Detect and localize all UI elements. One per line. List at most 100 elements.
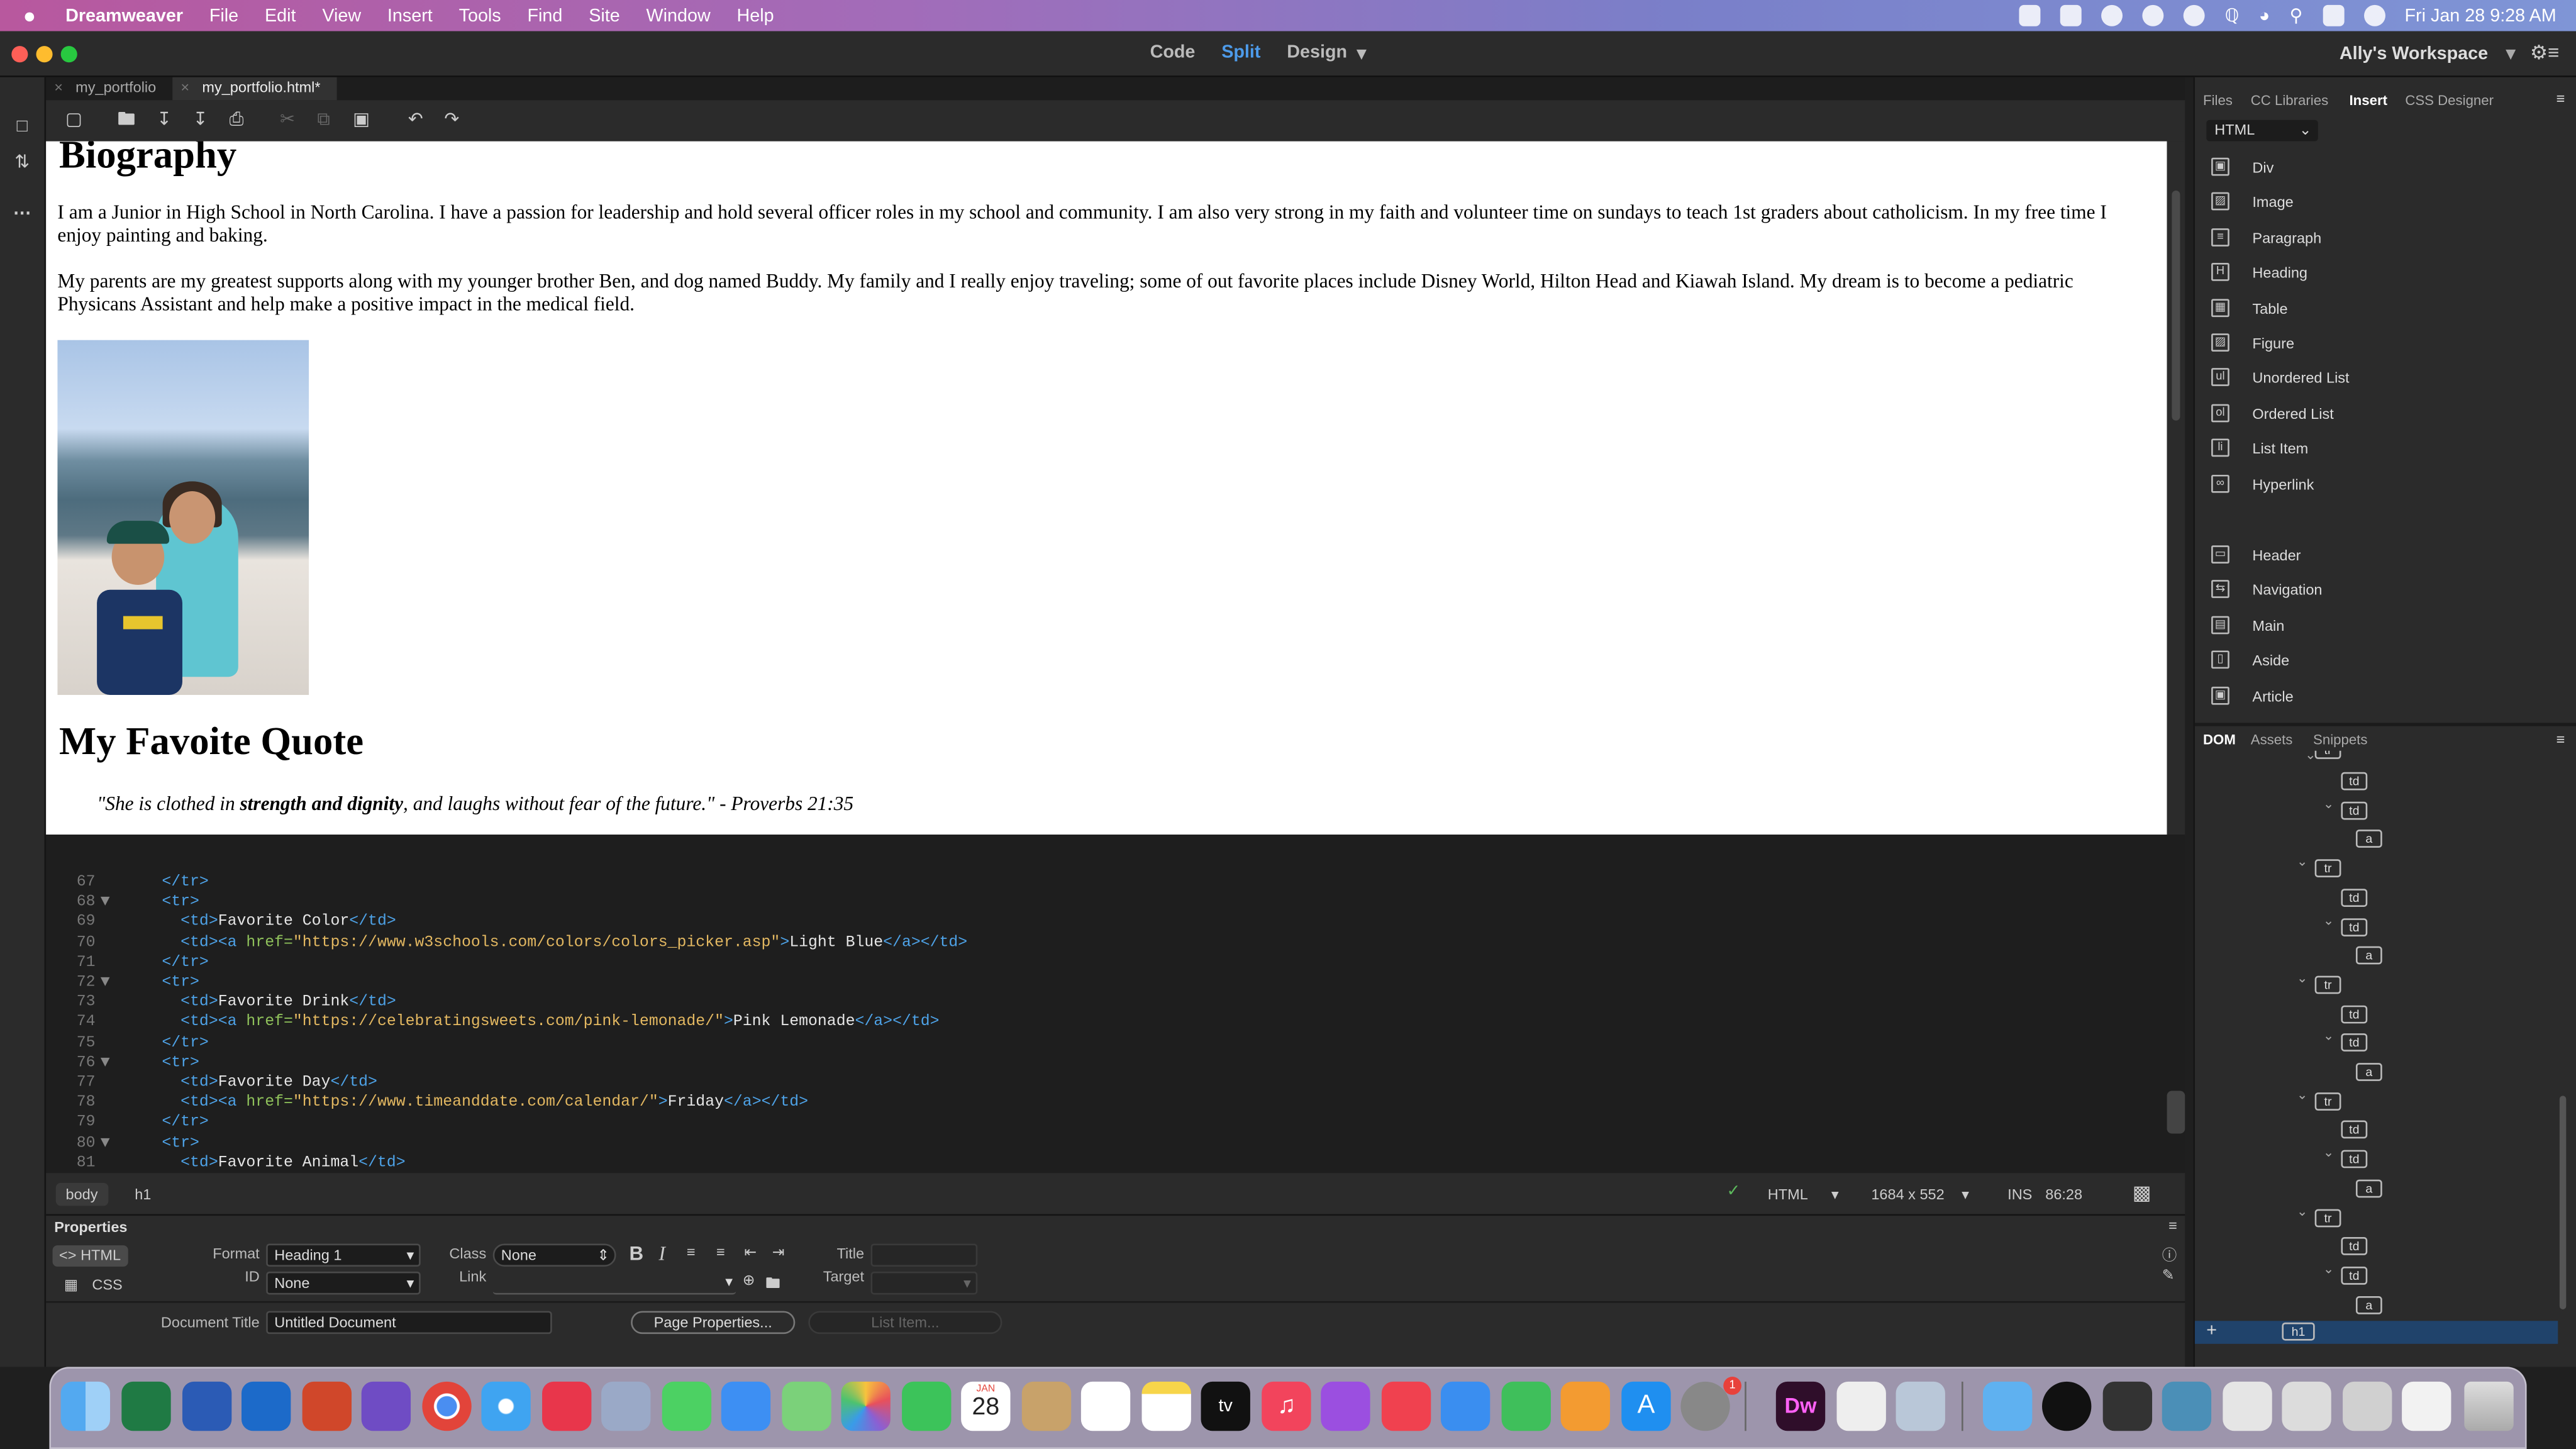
tab-my-portfolio-html[interactable]: × my_portfolio.html* — [172, 77, 337, 101]
html-mode-button[interactable]: <> HTML — [52, 1245, 128, 1267]
fold-toggle-icon[interactable]: ▼ — [96, 1133, 115, 1152]
code-line[interactable]: 75 </tr> — [46, 1033, 209, 1052]
more-tools-icon[interactable]: ⋯ — [11, 204, 33, 224]
close-icon[interactable]: × — [180, 79, 189, 95]
notes-icon[interactable] — [1141, 1381, 1191, 1431]
insert-item-div[interactable]: ▣ Div — [2195, 155, 2540, 184]
dom-node-a[interactable]: a — [2355, 947, 2382, 965]
code-line[interactable]: 76 ▼ <tr> — [46, 1053, 199, 1072]
document-thumb-icon[interactable] — [2402, 1381, 2451, 1431]
code-line[interactable]: 77 <td>Favorite Day</td> — [46, 1073, 377, 1092]
dom-node-td[interactable]: td — [2341, 888, 2368, 907]
title-input[interactable] — [870, 1243, 978, 1267]
window-size-select[interactable]: 1684 x 552 ▾ — [1871, 1186, 1969, 1204]
document-thumb-icon[interactable] — [2102, 1381, 2153, 1431]
screenshot-thumb-icon[interactable] — [2223, 1381, 2272, 1431]
quote-heading[interactable]: My Favoite Quote — [59, 721, 364, 766]
point-to-file-icon[interactable]: ⊕ — [743, 1272, 755, 1290]
split-divider[interactable] — [46, 835, 2185, 868]
insert-item-hyperlink[interactable]: ∞ Hyperlink — [2195, 471, 2540, 501]
ordered-list-icon[interactable]: ≡ — [716, 1243, 725, 1260]
chevron-down-icon[interactable]: ⌄ — [2323, 1145, 2334, 1160]
dom-node-td[interactable]: td — [2341, 801, 2368, 819]
code-line[interactable]: 70 <td><a href="https://www.w3schools.co… — [46, 933, 967, 952]
chevron-down-icon[interactable]: ⌄ — [2297, 1203, 2308, 1218]
facetime-icon[interactable] — [902, 1381, 952, 1431]
menu-file[interactable]: File — [196, 6, 252, 25]
browse-folder-icon[interactable]: 🖿 — [765, 1272, 780, 1298]
dom-node-td[interactable]: td — [2341, 1150, 2368, 1169]
menu-insert[interactable]: Insert — [374, 6, 446, 25]
app-store-icon[interactable]: A — [1621, 1381, 1671, 1431]
chevron-down-icon[interactable]: ⌄ — [2323, 913, 2334, 928]
page-properties-button[interactable]: Page Properties... — [631, 1311, 796, 1335]
save-all-icon[interactable]: ↧ — [191, 111, 210, 130]
music-icon[interactable]: ♫ — [1262, 1381, 1311, 1431]
tab-files[interactable]: Files — [2203, 92, 2233, 108]
panel-scrollbar[interactable] — [2559, 1096, 2567, 1309]
biography-paragraph-1[interactable]: I am a Junior in High School in North Ca… — [57, 201, 2152, 247]
dom-node-tr[interactable]: tr — [2314, 750, 2341, 759]
view-design-button[interactable]: Design — [1287, 43, 1347, 64]
chevron-down-icon[interactable]: ⌄ — [2305, 751, 2316, 762]
link-input[interactable]: ▾ — [492, 1272, 736, 1295]
dom-node-a[interactable]: a — [2355, 1063, 2382, 1081]
paste-icon[interactable]: ▣ — [352, 111, 371, 130]
photos-icon[interactable] — [841, 1381, 891, 1431]
insert-item-main[interactable]: ▤ Main — [2195, 613, 2540, 642]
wifi-icon[interactable]: ◕ — [2259, 6, 2270, 25]
pages-icon[interactable] — [1560, 1381, 1610, 1431]
insert-item-navigation[interactable]: ⇆ Navigation — [2195, 577, 2540, 607]
print-icon[interactable]: ⎙ — [226, 111, 246, 130]
play-icon[interactable] — [2184, 4, 2206, 26]
messages-icon[interactable] — [662, 1381, 712, 1431]
dom-node-td[interactable]: td — [2341, 1121, 2368, 1140]
mail-icon[interactable] — [721, 1381, 771, 1431]
new-document-icon[interactable]: ▢ — [64, 111, 84, 130]
design-view[interactable]: Biography I am a Junior in High School i… — [46, 141, 2167, 835]
chrome-icon[interactable] — [422, 1381, 472, 1431]
dom-node-td[interactable]: td — [2341, 1237, 2368, 1256]
close-icon[interactable]: × — [54, 79, 63, 95]
contacts-icon[interactable] — [1021, 1381, 1072, 1431]
reminders-icon[interactable] — [1080, 1381, 1131, 1431]
chevron-down-icon[interactable]: ⌄ — [2297, 855, 2308, 870]
biography-paragraph-2[interactable]: My parents are my greatest supports alon… — [57, 269, 2152, 315]
screen-recorder-icon[interactable] — [2042, 1381, 2092, 1431]
creative-cloud-icon[interactable] — [542, 1381, 592, 1431]
code-line[interactable]: 69 <td>Favorite Color</td> — [46, 913, 396, 932]
target-select[interactable]: ▾ — [870, 1271, 978, 1295]
close-window-button[interactable] — [11, 46, 28, 63]
news-icon[interactable] — [1381, 1381, 1431, 1431]
open-folder-icon[interactable]: 🖿 — [116, 111, 136, 130]
user-icon[interactable] — [2363, 4, 2385, 26]
insert-category-select[interactable]: HTML ⌄ — [2206, 119, 2318, 142]
insert-item-paragraph[interactable]: ≡ Paragraph — [2195, 225, 2540, 254]
dom-node-td[interactable]: td — [2341, 1004, 2368, 1023]
sync-icon[interactable] — [2143, 4, 2165, 26]
code-line[interactable]: 71 </tr> — [46, 953, 209, 972]
tab-cc-libraries[interactable]: CC Libraries — [2251, 92, 2328, 108]
chevron-down-icon[interactable]: ⌄ — [2323, 1262, 2334, 1277]
creative-cloud-icon[interactable] — [2019, 4, 2041, 26]
insert-item-aside[interactable]: ▯ Aside — [2195, 648, 2540, 677]
chevron-down-icon[interactable]: ⌄ — [2297, 971, 2308, 986]
view-code-button[interactable]: Code — [1150, 43, 1196, 64]
chevron-down-icon[interactable]: ⌄ — [2323, 1029, 2334, 1044]
search-icon[interactable]: ⚲ — [2289, 5, 2302, 26]
bluetooth-icon[interactable]: ℚ — [2225, 5, 2240, 26]
insert-item-article[interactable]: ▣ Article — [2195, 683, 2540, 713]
keynote-icon[interactable] — [1440, 1381, 1491, 1431]
dom-node-td[interactable]: td — [2341, 772, 2368, 791]
code-line[interactable]: 78 <td><a href="https://www.timeanddate.… — [46, 1093, 808, 1113]
menu-window[interactable]: Window — [633, 6, 724, 25]
panel-menu-icon[interactable]: ≡ — [2168, 1218, 2177, 1234]
format-select[interactable]: Heading 1 ▾ — [266, 1243, 421, 1267]
insert-item-ordered-list[interactable]: ol Ordered List — [2195, 401, 2540, 430]
dom-node-tr[interactable]: tr — [2314, 975, 2341, 994]
redo-icon[interactable]: ↷ — [442, 111, 462, 130]
word-icon[interactable] — [182, 1381, 232, 1431]
class-select[interactable]: None ⇕ — [492, 1243, 616, 1267]
code-line[interactable]: 72 ▼ <tr> — [46, 972, 199, 992]
screenshot-thumb-icon[interactable] — [2282, 1381, 2331, 1431]
